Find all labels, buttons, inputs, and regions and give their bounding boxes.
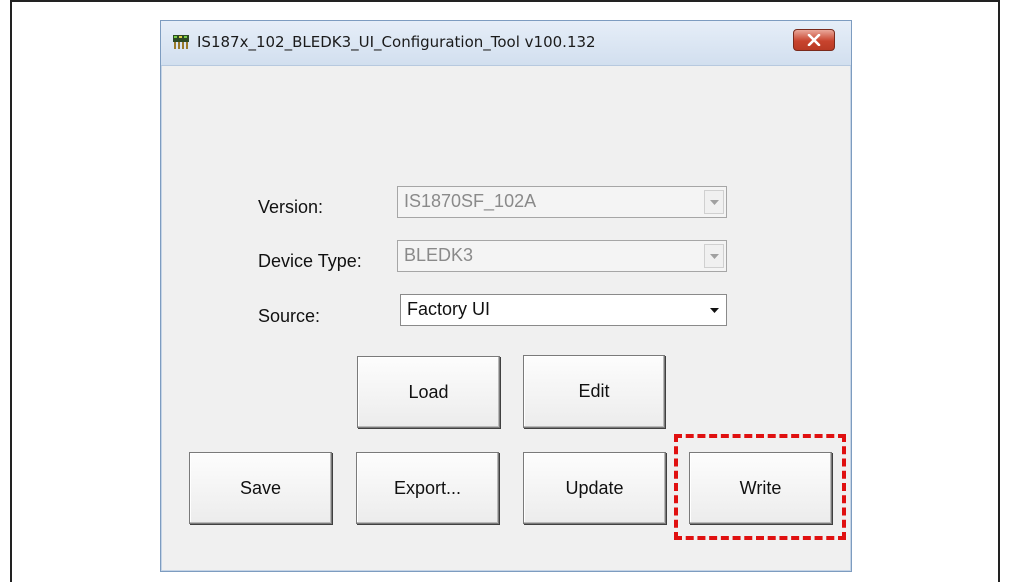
chevron-down-icon xyxy=(709,199,719,205)
save-button[interactable]: Save xyxy=(189,452,332,524)
update-button[interactable]: Update xyxy=(523,452,666,524)
device-type-combobox[interactable]: BLEDK3 xyxy=(397,240,727,272)
source-value: Factory UI xyxy=(407,299,491,319)
window-title: IS187x_102_BLEDK3_UI_Configuration_Tool … xyxy=(197,33,596,51)
write-highlight-box xyxy=(674,434,846,540)
version-combobox[interactable]: IS1870SF_102A xyxy=(397,186,727,218)
device-type-dropdown-button[interactable] xyxy=(704,244,724,268)
source-combobox[interactable]: Factory UI xyxy=(400,294,727,326)
app-icon xyxy=(173,35,189,49)
version-label: Version: xyxy=(258,197,324,217)
source-dropdown-button[interactable] xyxy=(704,298,724,322)
load-button[interactable]: Load xyxy=(357,356,500,428)
chevron-down-icon xyxy=(709,307,719,313)
close-icon xyxy=(807,34,821,46)
version-value: IS1870SF_102A xyxy=(404,191,537,211)
export-button[interactable]: Export... xyxy=(356,452,499,524)
edit-button[interactable]: Edit xyxy=(523,355,665,428)
version-dropdown-button[interactable] xyxy=(704,190,724,214)
device-type-value: BLEDK3 xyxy=(404,245,474,265)
chevron-down-icon xyxy=(709,253,719,259)
close-button[interactable] xyxy=(793,29,835,51)
title-bar[interactable]: IS187x_102_BLEDK3_UI_Configuration_Tool … xyxy=(161,21,851,66)
device-type-label: Device Type: xyxy=(258,251,362,271)
source-label: Source: xyxy=(258,306,321,326)
